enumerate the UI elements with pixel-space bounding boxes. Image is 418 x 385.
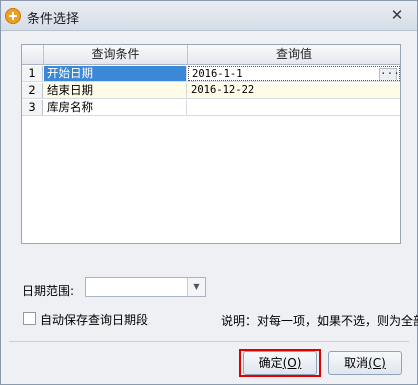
table-row[interactable]: 2 结束日期 2016-12-22: [22, 83, 400, 99]
grid-header: 查询条件 查询值: [22, 45, 400, 65]
condition-cell[interactable]: 开始日期: [44, 66, 187, 81]
value-cell[interactable]: [188, 100, 400, 115]
app-logo-icon: [5, 8, 21, 24]
title-bar[interactable]: 条件选择 ✕: [1, 1, 417, 31]
autosave-label[interactable]: 自动保存查询日期段: [40, 311, 148, 328]
ok-button[interactable]: 确定(O): [243, 351, 317, 375]
date-range-select[interactable]: ▼: [85, 277, 206, 297]
table-row[interactable]: 1 开始日期 2016-1-1 ···: [22, 66, 400, 82]
autosave-checkbox[interactable]: [23, 312, 36, 325]
table-row[interactable]: 3 库房名称: [22, 100, 400, 116]
row-number: 1: [22, 66, 43, 81]
column-header-condition[interactable]: 查询条件: [44, 45, 188, 65]
value-text: 2016-1-1: [192, 68, 243, 80]
date-range-label: 日期范围:: [22, 284, 75, 298]
close-icon[interactable]: ✕: [389, 7, 405, 23]
cancel-button-label: 取消: [344, 356, 369, 370]
condition-grid: 查询条件 查询值 1 开始日期 2016-1-1 ··· 2 结束日期 2016…: [21, 44, 401, 244]
window-title: 条件选择: [27, 12, 80, 27]
condition-cell[interactable]: 库房名称: [44, 100, 187, 115]
value-cell[interactable]: 2016-12-22: [188, 83, 400, 98]
note-text: 说明：对每一项，如果不选，则为全部！: [221, 314, 418, 328]
column-header-value[interactable]: 查询值: [188, 45, 400, 65]
row-number: 2: [22, 83, 43, 98]
cancel-button-hotkey: (C): [368, 356, 386, 370]
row-number: 3: [22, 100, 43, 115]
ok-button-hotkey: (O): [282, 356, 302, 370]
condition-cell[interactable]: 结束日期: [44, 83, 187, 98]
row-number-header: [22, 45, 44, 65]
value-cell[interactable]: 2016-1-1 ···: [188, 66, 400, 81]
ellipsis-icon[interactable]: ···: [379, 68, 399, 80]
chevron-down-icon[interactable]: ▼: [187, 278, 205, 296]
cancel-button[interactable]: 取消(C): [328, 351, 402, 375]
ok-button-label: 确定: [258, 356, 283, 370]
divider: [9, 341, 409, 342]
dialog-window: 条件选择 ✕ 查询条件 查询值 1 开始日期 2016-1-1 ··· 2 结束…: [0, 0, 418, 385]
